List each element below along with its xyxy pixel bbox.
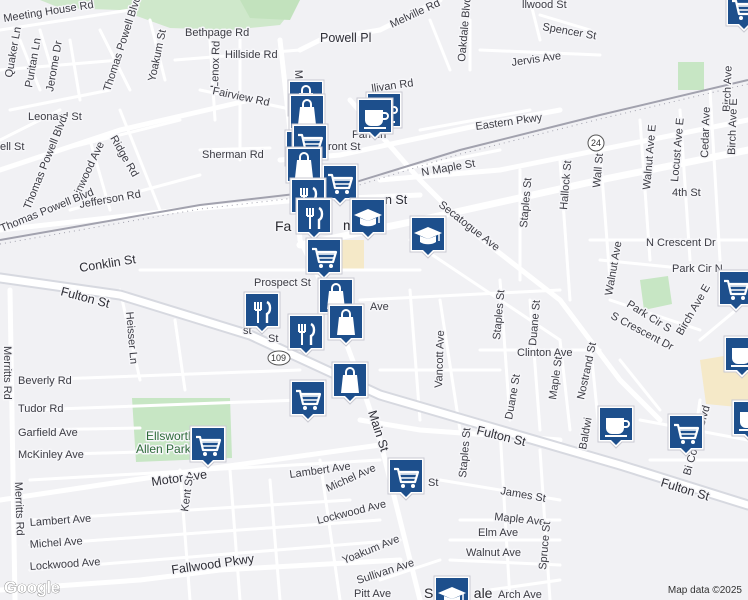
label-front-st: ront St	[328, 141, 360, 153]
shopping-bag-icon	[326, 302, 366, 348]
map-marker[interactable]	[188, 424, 228, 470]
label-route-109: 109	[271, 353, 286, 363]
label-leonard-st: Leonard St	[28, 111, 82, 123]
map-marker[interactable]	[432, 574, 472, 600]
label-elm-ave: Elm Ave	[478, 527, 518, 539]
map-marker[interactable]	[722, 334, 748, 380]
map-marker[interactable]	[730, 398, 748, 444]
label-tudor-rd: Tudor Rd	[18, 403, 63, 415]
label-4th-st: 4th St	[672, 187, 701, 199]
label-cedar-ave: Cedar Ave	[699, 107, 713, 159]
label-lenox-rd: Lenox Rd	[209, 41, 223, 88]
label-beverly-rd: Beverly Rd	[18, 375, 72, 387]
label-fallwood-st: llwood St	[522, 0, 567, 11]
map-marker[interactable]	[386, 456, 426, 502]
school-icon	[348, 196, 388, 242]
map-marker[interactable]	[286, 312, 326, 358]
label-well-st: ell St	[0, 141, 24, 153]
label-st-after-pin: St	[428, 477, 438, 489]
label-merritts-rd-left: Merritts Rd	[1, 346, 13, 400]
label-arch-ave: Arch Ave	[498, 589, 542, 600]
cart-icon	[386, 456, 426, 502]
shopping-bag-icon	[330, 360, 370, 406]
map-marker[interactable]	[355, 96, 395, 142]
label-route-24: 24	[591, 138, 601, 148]
map-marker[interactable]	[348, 196, 388, 242]
label-vancott-ave: Vancott Ave	[433, 330, 447, 388]
coffee-icon	[596, 404, 636, 450]
label-main-st-crossing: n St	[385, 193, 408, 207]
label-mckinley-ave: McKinley Ave	[18, 449, 84, 461]
label-pitt-ave: Pitt Ave	[354, 588, 391, 600]
google-logo: Google	[4, 578, 61, 598]
cart-icon	[716, 268, 748, 314]
map-marker[interactable]	[724, 0, 748, 34]
map-attribution: Map data ©2025	[667, 585, 742, 596]
map-marker[interactable]	[330, 360, 370, 406]
label-prospect-st: Prospect St	[254, 277, 311, 289]
label-n-crescent-dr: N Crescent Dr	[646, 237, 716, 249]
school-icon	[432, 574, 472, 600]
map-marker[interactable]	[288, 378, 328, 424]
label-ave-mid: Ave	[370, 301, 389, 313]
label-bethpage-rd: Bethpage Rd	[185, 27, 249, 39]
restaurant-icon	[242, 290, 282, 336]
cart-icon	[188, 424, 228, 470]
map-marker[interactable]	[242, 290, 282, 336]
map-marker[interactable]	[326, 302, 366, 348]
label-clinton-ave: Clinton Ave	[517, 347, 572, 359]
map-marker[interactable]	[666, 412, 706, 458]
school-icon	[408, 214, 448, 260]
label-garfield-ave: Garfield Ave	[18, 427, 78, 439]
coffee-icon	[722, 334, 748, 380]
cart-icon	[724, 0, 748, 34]
coffee-icon	[355, 96, 395, 142]
label-powell-pl: Powell Pl	[320, 31, 371, 45]
label-hillside-rd: Hillside Rd	[225, 49, 278, 61]
label-park-name-2: Allen Park	[136, 442, 192, 456]
map-canvas[interactable]: Meeting House Rd Bethpage Rd Powell Pl M…	[0, 0, 748, 600]
coffee-icon	[730, 398, 748, 444]
map-marker[interactable]	[596, 404, 636, 450]
map-marker[interactable]	[716, 268, 748, 314]
label-walnut-ave-low: Walnut Ave	[466, 547, 521, 559]
cart-icon	[288, 378, 328, 424]
label-sherman-rd: Sherman Rd	[202, 149, 264, 161]
label-birch-ave-e-top: Birch Ave E	[726, 98, 740, 155]
cart-icon	[666, 412, 706, 458]
map-marker[interactable]	[408, 214, 448, 260]
restaurant-icon	[286, 312, 326, 358]
label-merritts-rd: Merritts Rd	[12, 482, 26, 536]
